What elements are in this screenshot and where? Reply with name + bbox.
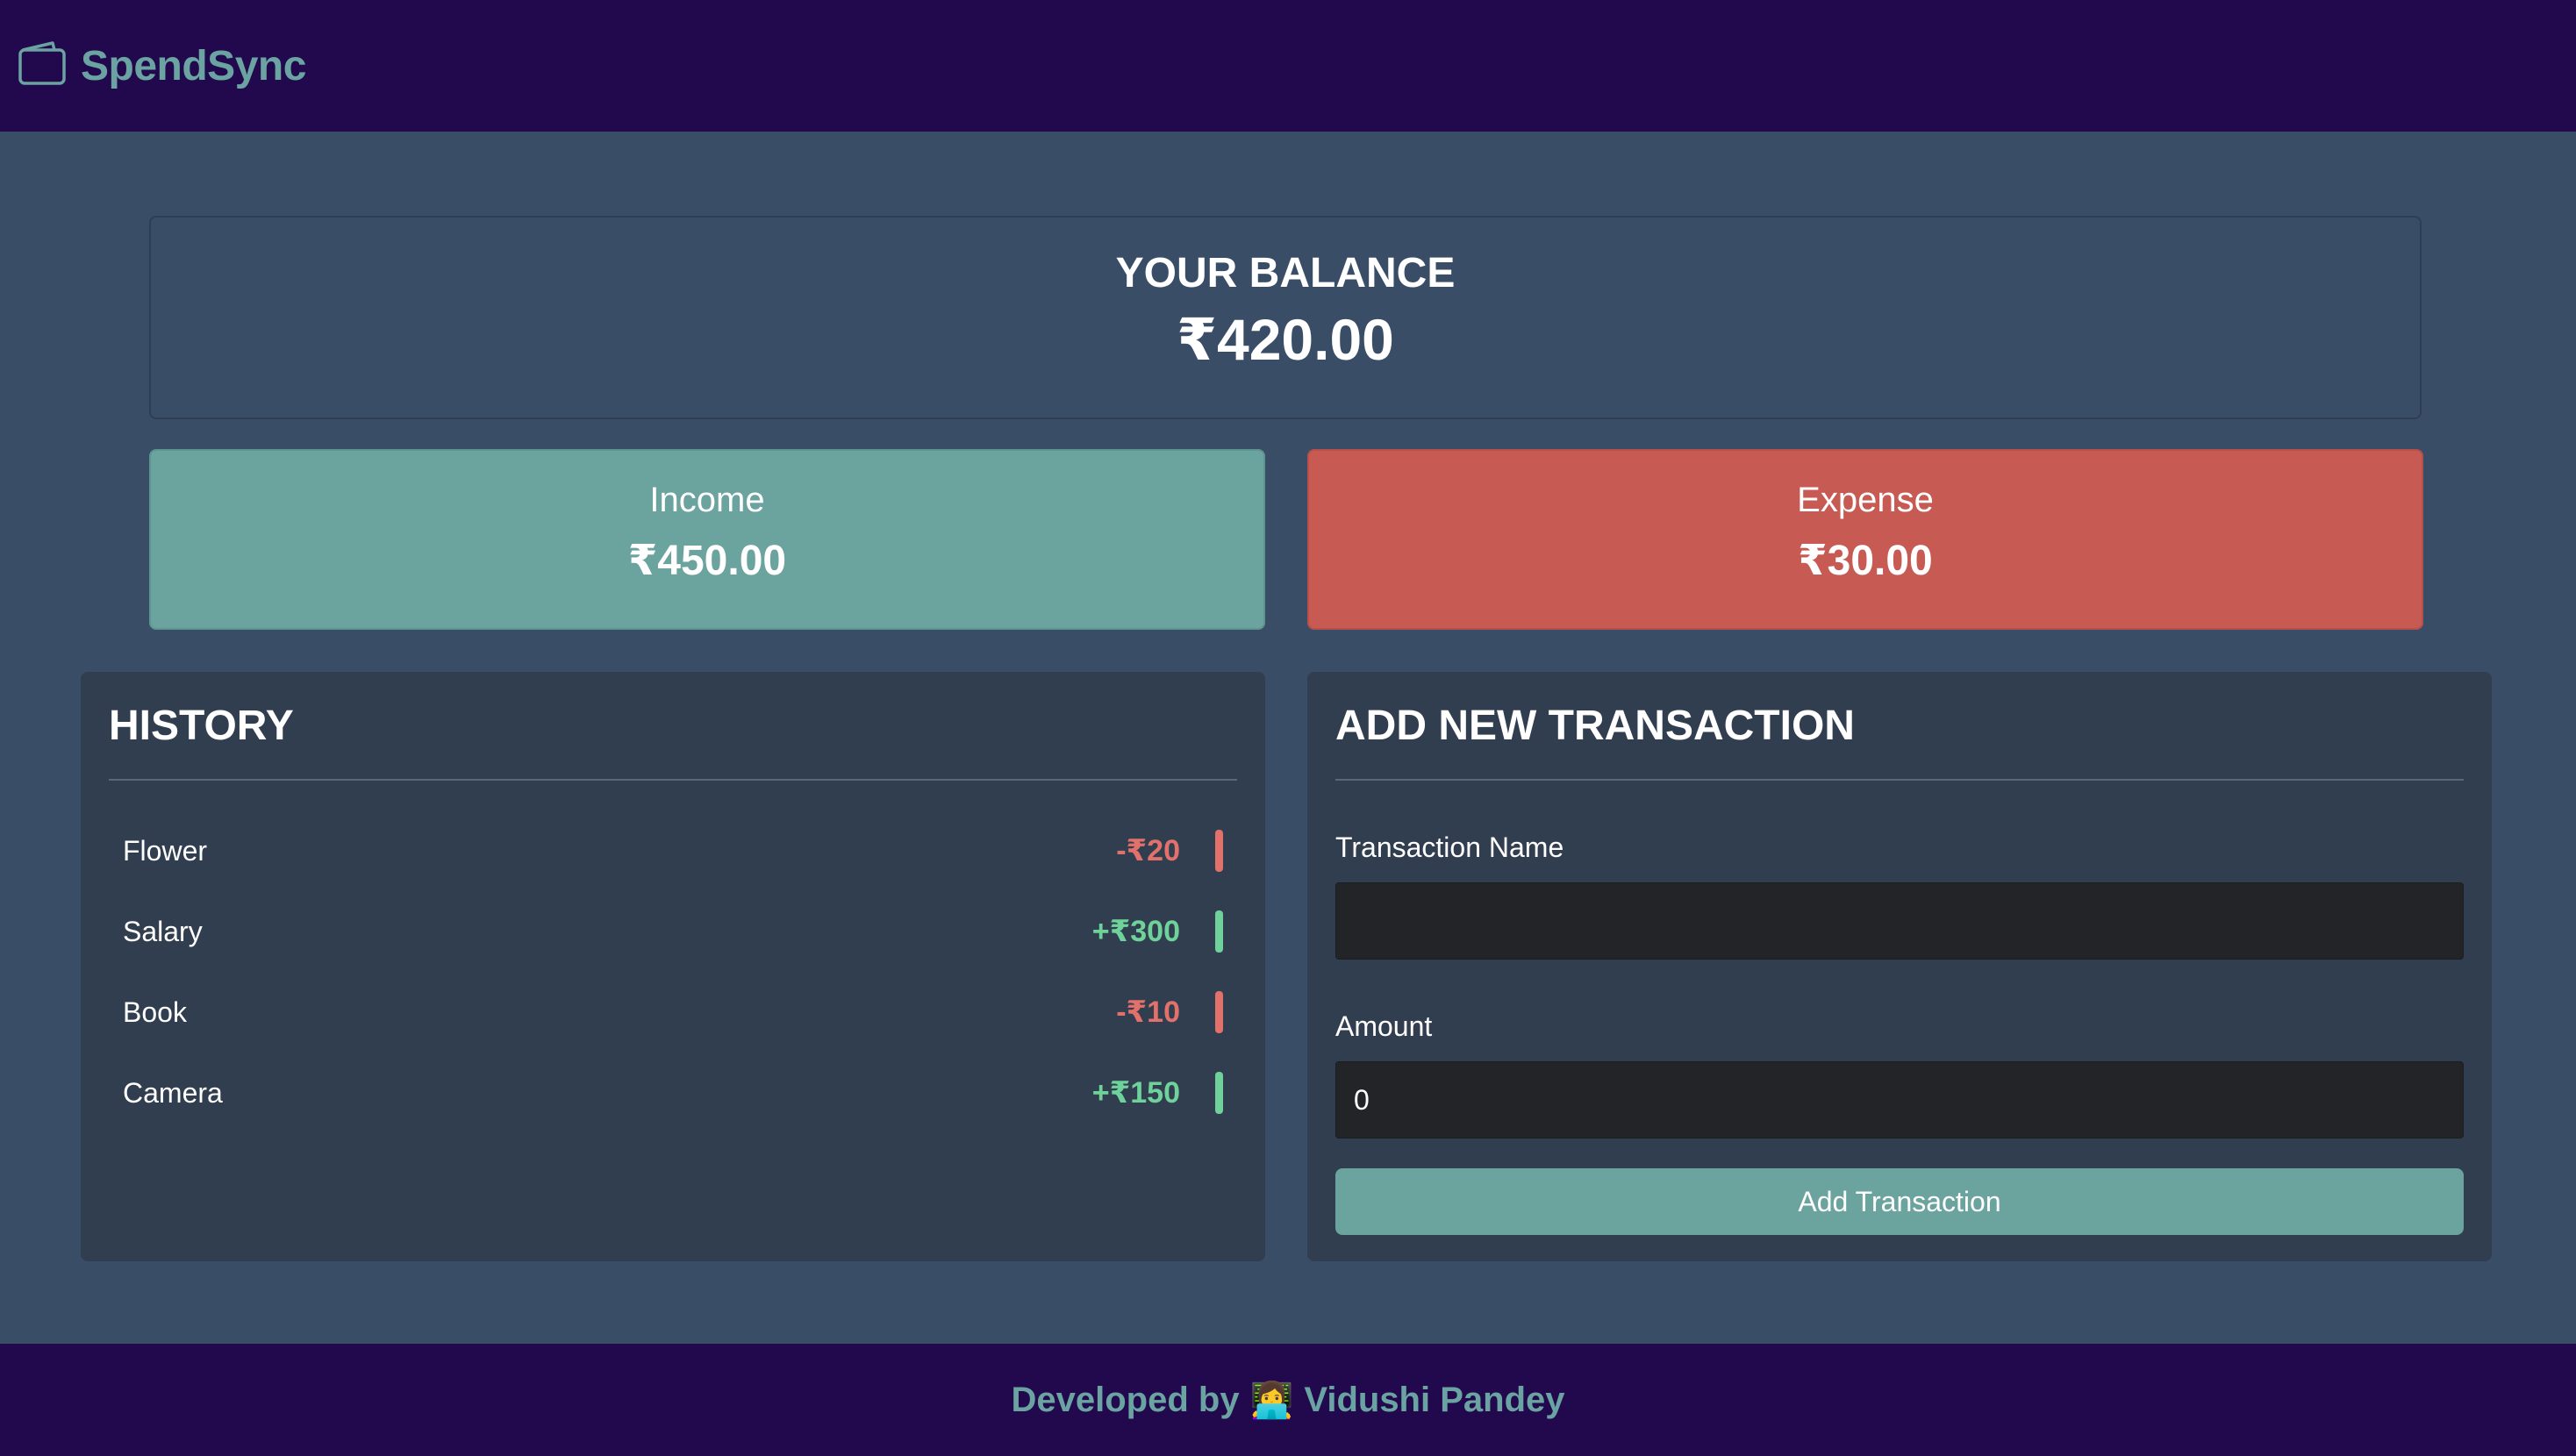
add-transaction-panel: ADD NEW TRANSACTION Transaction Name Amo…: [1307, 672, 2492, 1261]
balance-title: YOUR BALANCE: [1115, 250, 1456, 296]
history-title: HISTORY: [109, 703, 294, 749]
amount-label: Amount: [1335, 1010, 1433, 1042]
amount-input[interactable]: [1335, 1061, 2464, 1138]
brand-name: SpendSync: [81, 42, 306, 89]
transaction-name-input[interactable]: [1335, 882, 2464, 960]
expense-card: Expense ₹30.00: [1307, 449, 2423, 630]
add-transaction-title: ADD NEW TRANSACTION: [1335, 703, 1855, 749]
transaction-name-label: Transaction Name: [1335, 831, 1564, 863]
list-item[interactable]: Book -₹10: [123, 972, 1223, 1053]
transaction-amount: +₹150: [1091, 1076, 1180, 1110]
income-value: ₹450.00: [627, 538, 787, 584]
divider: [109, 779, 1237, 781]
brand[interactable]: SpendSync: [18, 40, 306, 91]
add-transaction-button[interactable]: Add Transaction: [1335, 1168, 2464, 1235]
wallet-icon: [18, 40, 67, 91]
list-item[interactable]: Camera +₹150: [123, 1053, 1223, 1133]
income-indicator: [1215, 910, 1223, 953]
transaction-amount: -₹20: [1116, 834, 1180, 867]
transaction-name: Salary: [123, 915, 203, 947]
navbar: SpendSync: [0, 0, 2576, 132]
expense-indicator: [1215, 830, 1223, 872]
expense-indicator: [1215, 991, 1223, 1033]
footer-prefix: Developed by: [1011, 1380, 1240, 1419]
divider: [1335, 779, 2464, 781]
transaction-name: Camera: [123, 1076, 223, 1109]
expense-label: Expense: [1797, 481, 1934, 519]
footer: Developed by 👩‍💻 Vidushi Pandey: [0, 1344, 2576, 1456]
transaction-name: Book: [123, 996, 187, 1028]
transaction-amount: -₹10: [1116, 996, 1180, 1029]
balance-value: ₹420.00: [1177, 307, 1394, 372]
list-item[interactable]: Salary +₹300: [123, 891, 1223, 972]
list-item[interactable]: Flower -₹20: [123, 810, 1223, 891]
income-card: Income ₹450.00: [149, 449, 1265, 630]
income-indicator: [1215, 1072, 1223, 1114]
developer-icon: 👩‍💻: [1249, 1381, 1294, 1420]
history-list: Flower -₹20 Salary +₹300 Book -₹10 Camer…: [123, 810, 1223, 1133]
income-label: Income: [649, 481, 765, 519]
history-panel: HISTORY Flower -₹20 Salary +₹300 Book -₹…: [81, 672, 1265, 1261]
transaction-amount: +₹300: [1091, 915, 1180, 948]
expense-value: ₹30.00: [1798, 538, 1933, 584]
balance-box: YOUR BALANCE ₹420.00: [149, 216, 2422, 419]
transaction-name: Flower: [123, 834, 208, 867]
footer-author[interactable]: Vidushi Pandey: [1304, 1381, 1564, 1420]
